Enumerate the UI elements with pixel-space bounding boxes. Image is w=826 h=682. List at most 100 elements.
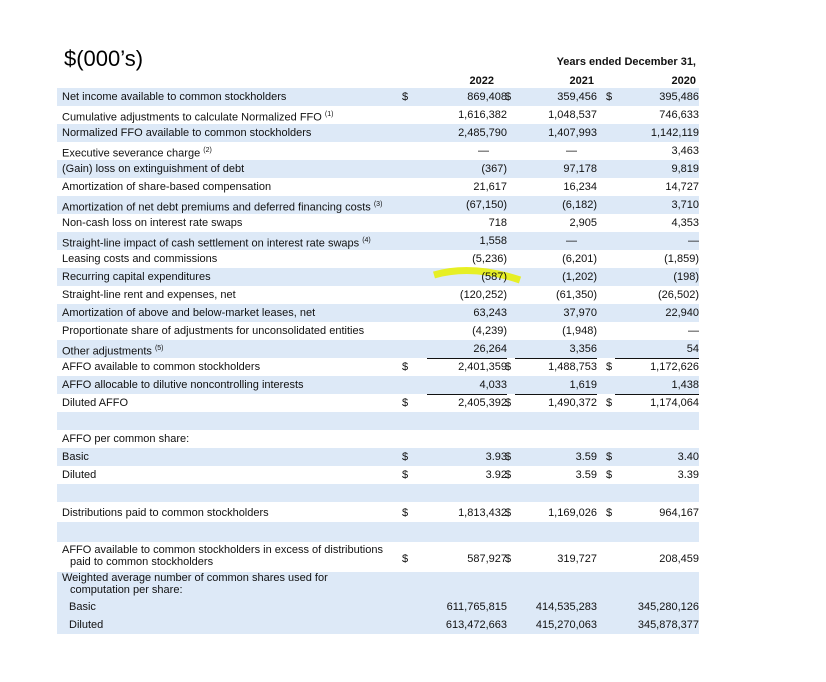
value-2021: —	[566, 235, 577, 247]
table-row: Amortization of above and below-market l…	[57, 304, 699, 322]
value-2020: 1,142,119	[650, 127, 699, 139]
value-2022: 3.92	[485, 469, 507, 481]
year-2022-header: 2022	[469, 75, 494, 87]
row-label: Recurring capital expenditures	[62, 271, 211, 283]
currency-symbol: $	[401, 469, 409, 481]
value-2022: 4,033	[427, 376, 507, 395]
row-label: Net income available to common stockhold…	[62, 91, 287, 103]
value-2020: 3,710	[671, 199, 699, 211]
row-label: Diluted	[69, 619, 104, 631]
value-2022: (67,150)	[466, 199, 507, 211]
row-label: Non-cash loss on interest rate swaps	[62, 217, 243, 229]
value-2022: 1,813,432	[458, 507, 507, 519]
row-label: Leasing costs and commissions	[62, 253, 218, 265]
value-2021: 16,234	[563, 181, 597, 193]
value-2020: 9,819	[671, 163, 699, 175]
value-2020: 54	[615, 340, 699, 359]
currency-symbol: $	[401, 553, 409, 565]
table-row: Non-cash loss on interest rate swaps 718…	[57, 214, 699, 232]
currency-symbol: $	[504, 91, 512, 103]
value-2021: 37,970	[563, 307, 597, 319]
table-row: (Gain) loss on extinguishment of debt (3…	[57, 160, 699, 178]
table-row: Distributions paid to common stockholder…	[57, 504, 699, 522]
value-2020: 14,727	[665, 181, 699, 193]
value-2020: 345,280,126	[637, 601, 699, 613]
value-2022: 613,472,663	[445, 619, 507, 631]
table-row: Recurring capital expenditures (587) (1,…	[57, 268, 699, 286]
year-2021-header: 2021	[569, 75, 594, 87]
value-2021: 97,178	[563, 163, 597, 175]
period-title: Years ended December 31,	[556, 56, 696, 68]
currency-symbol: $	[504, 361, 512, 373]
table-row: Normalized FFO available to common stock…	[57, 124, 699, 142]
row-label: Basic	[69, 601, 96, 613]
currency-symbol: $	[605, 469, 613, 481]
currency-symbol: $	[401, 451, 409, 463]
table-row: Net income available to common stockhold…	[57, 88, 699, 106]
footnote-marker: (5)	[154, 345, 164, 352]
value-2021: —	[566, 145, 577, 157]
value-2022: (120,252)	[459, 289, 507, 301]
value-2021: 1,048,537	[548, 109, 597, 121]
table-row: Other adjustments (5) 26,264 3,356 54	[57, 340, 699, 359]
value-2020: 964,167	[659, 507, 699, 519]
table-row: Diluted $ 3.92 $ 3.59 $ 3.39	[57, 466, 699, 484]
table-row: Basic $ 3.93 $ 3.59 $ 3.40	[57, 448, 699, 466]
currency-symbol: $	[605, 451, 613, 463]
table-row: Amortization of net debt premiums and de…	[57, 196, 699, 214]
row-label: Distributions paid to common stockholder…	[62, 507, 269, 519]
value-2020: 4,353	[671, 217, 699, 229]
value-2022: 2,401,359	[458, 361, 507, 373]
units-label: $(000’s)	[64, 46, 144, 71]
currency-symbol: $	[605, 91, 613, 103]
table-row: Proportionate share of adjustments for u…	[57, 322, 699, 340]
row-label: Amortization of above and below-market l…	[62, 307, 316, 319]
currency-symbol: $	[605, 361, 613, 373]
value-2020: (1,859)	[664, 253, 699, 265]
value-2022: 2,485,790	[458, 127, 507, 139]
value-2021: 359,456	[557, 91, 597, 103]
currency-symbol: $	[504, 451, 512, 463]
value-2020: 746,633	[659, 109, 699, 121]
value-2021: 3.59	[575, 469, 597, 481]
value-2021: 3.59	[575, 451, 597, 463]
value-2020: 3.40	[677, 451, 699, 463]
value-2021: (6,182)	[562, 199, 597, 211]
currency-symbol: $	[504, 507, 512, 519]
year-2020-header: 2020	[671, 75, 696, 87]
value-2022: 587,927	[467, 553, 507, 565]
value-2021: 2,905	[569, 217, 597, 229]
value-2021: 1,407,993	[548, 127, 597, 139]
currency-symbol: $	[504, 553, 512, 565]
value-2020: (26,502)	[658, 289, 699, 301]
row-label: Straight-line rent and expenses, net	[62, 289, 236, 301]
value-2021: 3,356	[515, 340, 597, 359]
value-2022: 1,558	[479, 235, 507, 247]
value-2021: 415,270,063	[535, 619, 597, 631]
value-2022: 1,616,382	[458, 109, 507, 121]
value-2020: 22,940	[665, 307, 699, 319]
value-2022: (5,236)	[472, 253, 507, 265]
row-label: AFFO allocable to dilutive noncontrollin…	[62, 379, 304, 391]
table-row: Straight-line impact of cash settlement …	[57, 232, 699, 250]
value-2020: 395,486	[659, 91, 699, 103]
row-label: (Gain) loss on extinguishment of debt	[62, 163, 245, 175]
row-label: AFFO available to common stockholders in…	[62, 544, 383, 568]
table-row: Executive severance charge (2) — — 3,463	[57, 142, 699, 160]
table-row: Weighted average number of common shares…	[57, 572, 699, 598]
table-row: Amortization of share-based compensation…	[57, 178, 699, 196]
value-2022: 26,264	[427, 340, 507, 359]
row-label: Diluted	[62, 469, 97, 481]
value-2022: —	[478, 145, 489, 157]
value-2021: 1,169,026	[548, 507, 597, 519]
section-title: AFFO per common share:	[62, 433, 190, 445]
row-label: Normalized FFO available to common stock…	[62, 127, 312, 139]
row-label: Weighted average number of common shares…	[62, 572, 328, 596]
row-label: AFFO available to common stockholders	[62, 361, 261, 373]
value-2022: 21,617	[473, 181, 507, 193]
value-2021: 319,727	[557, 553, 597, 565]
value-2022: (367)	[481, 163, 507, 175]
value-2021: (1,202)	[562, 271, 597, 283]
table-row: Diluted 613,472,663 415,270,063 345,878,…	[57, 616, 699, 634]
value-2020: 208,459	[659, 553, 699, 565]
